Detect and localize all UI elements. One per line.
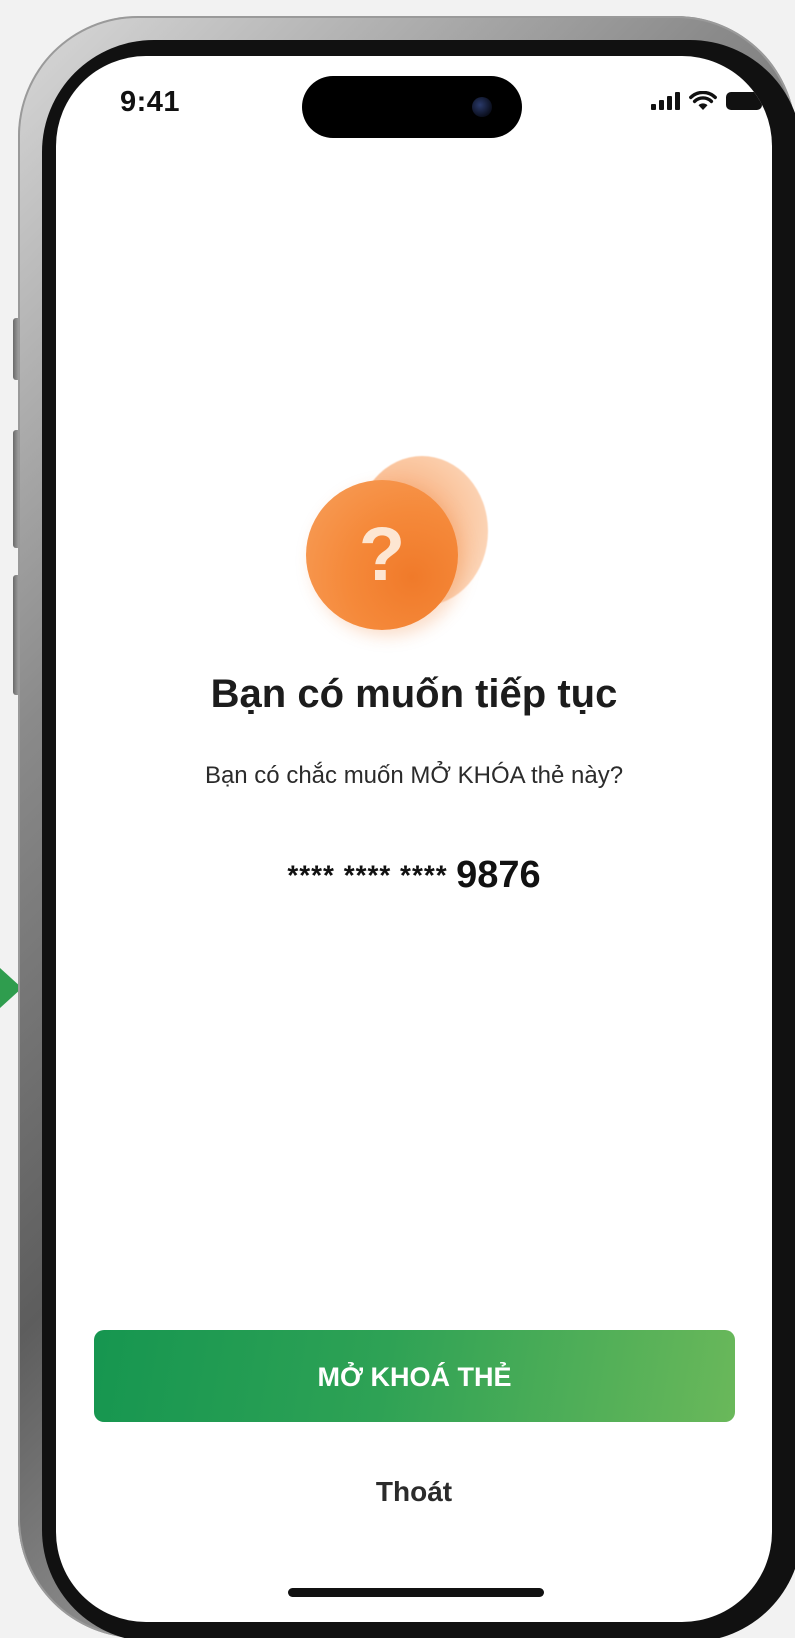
battery-icon <box>726 92 767 110</box>
camera-icon <box>472 97 492 117</box>
question-icon: ? <box>358 512 406 597</box>
status-icons <box>651 90 767 112</box>
status-time: 9:41 <box>120 86 181 118</box>
wifi-icon <box>689 91 717 110</box>
dialog-message: Bạn có chắc muốn MỞ KHÓA thẻ này? <box>204 762 624 789</box>
signal-icon <box>651 92 680 110</box>
dialog-title: Bạn có muốn tiếp tục <box>210 672 618 716</box>
home-indicator[interactable] <box>288 1588 544 1597</box>
phone-screen: 9:41 ? Bạn có muốn tiếp tục Bạn có chắc … <box>56 56 772 1622</box>
stage: 9:41 ? Bạn có muốn tiếp tục Bạn có chắc … <box>0 0 795 1638</box>
card-number-mask: **** **** **** <box>287 859 448 891</box>
card-last-four: 9876 <box>456 854 541 896</box>
question-illustration: ? <box>306 456 496 636</box>
unlock-card-button[interactable]: MỞ KHOÁ THẺ <box>94 1330 735 1422</box>
dynamic-island <box>302 76 522 138</box>
exit-button[interactable]: Thoát <box>56 1476 772 1508</box>
card-number: **** **** **** 9876 <box>56 854 772 897</box>
